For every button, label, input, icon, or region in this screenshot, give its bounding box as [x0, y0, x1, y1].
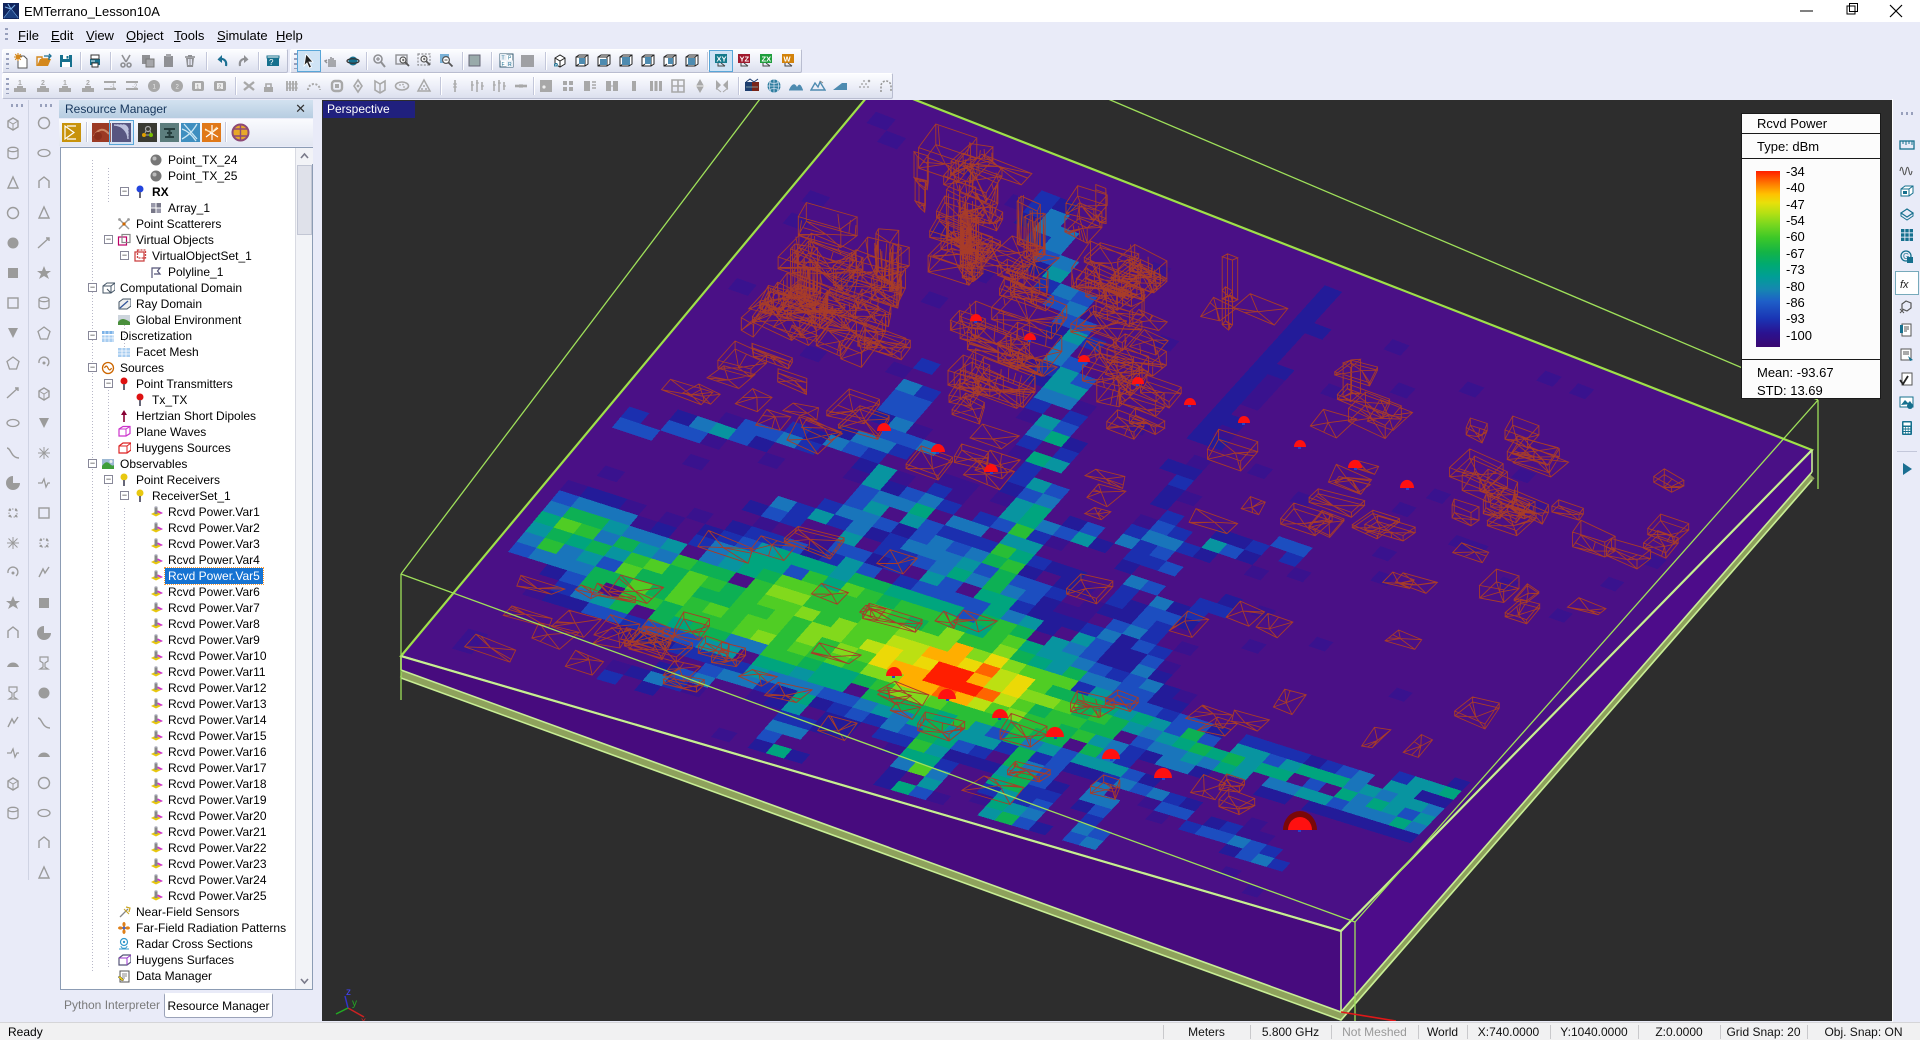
svg-text:F: F: [502, 62, 505, 68]
svg-text:W: W: [784, 55, 792, 64]
svg-text:R: R: [508, 62, 512, 68]
svg-text:o: o: [555, 63, 558, 69]
svg-text:XY: XY: [717, 55, 727, 64]
svg-text:1: 1: [196, 85, 199, 91]
svg-text:2: 2: [218, 85, 221, 91]
svg-text:T: T: [502, 56, 505, 62]
svg-text:?: ?: [269, 58, 274, 67]
svg-text:x: x: [361, 1016, 366, 1021]
svg-text:1: 1: [18, 80, 22, 87]
svg-text:fx: fx: [1900, 279, 1909, 291]
svg-text:2: 2: [41, 80, 45, 87]
svg-text:z: z: [346, 987, 351, 998]
svg-text:1: 1: [63, 80, 67, 87]
svg-text:YZ: YZ: [740, 55, 750, 64]
svg-text:2: 2: [86, 80, 90, 87]
svg-text:y: y: [352, 998, 357, 1009]
svg-text:ZX: ZX: [762, 55, 772, 64]
svg-text:-1: -1: [110, 84, 116, 90]
svg-text:-2: -2: [132, 84, 138, 90]
